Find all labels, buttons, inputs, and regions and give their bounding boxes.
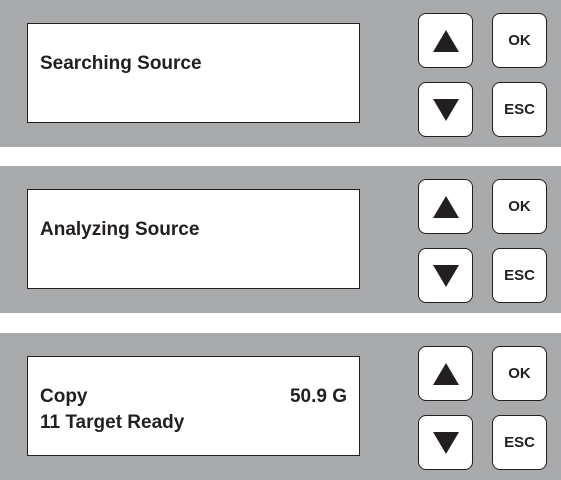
ok-button[interactable]: OK <box>492 179 547 234</box>
lcd-display: Searching Source <box>27 23 360 123</box>
ok-button[interactable]: OK <box>492 346 547 401</box>
lcd-line-1: Searching Source <box>40 53 202 74</box>
esc-button-label: ESC <box>504 101 535 118</box>
up-button[interactable] <box>418 13 473 68</box>
esc-button[interactable]: ESC <box>492 248 547 303</box>
ok-button-label: OK <box>508 198 531 215</box>
down-button[interactable] <box>418 248 473 303</box>
down-arrow-icon <box>432 431 459 454</box>
lcd-line-2: 11 Target Ready <box>40 412 185 433</box>
ok-button-label: OK <box>508 365 531 382</box>
lcd-line-1: Copy <box>40 386 88 407</box>
esc-button-label: ESC <box>504 267 535 284</box>
up-button[interactable] <box>418 179 473 234</box>
down-arrow-icon <box>432 264 459 287</box>
lcd-display: Analyzing Source <box>27 189 360 289</box>
lcd-right-value: 50.9 G <box>289 386 347 407</box>
control-panel-searching: Searching Source OK ESC <box>0 0 561 147</box>
lcd-line-1: Analyzing Source <box>40 219 200 240</box>
esc-button-label: ESC <box>504 434 535 451</box>
down-button[interactable] <box>418 82 473 137</box>
up-arrow-icon <box>432 29 459 52</box>
control-panel-analyzing: Analyzing Source OK ESC <box>0 166 561 313</box>
down-button[interactable] <box>418 415 473 470</box>
up-arrow-icon <box>432 195 459 218</box>
ok-button[interactable]: OK <box>492 13 547 68</box>
down-arrow-icon <box>432 98 459 121</box>
control-panel-copy: Copy 11 Target Ready 50.9 G OK ESC <box>0 333 561 480</box>
ok-button-label: OK <box>508 32 531 49</box>
up-arrow-icon <box>432 362 459 385</box>
esc-button[interactable]: ESC <box>492 415 547 470</box>
lcd-display: Copy 11 Target Ready 50.9 G <box>27 356 360 456</box>
up-button[interactable] <box>418 346 473 401</box>
esc-button[interactable]: ESC <box>492 82 547 137</box>
